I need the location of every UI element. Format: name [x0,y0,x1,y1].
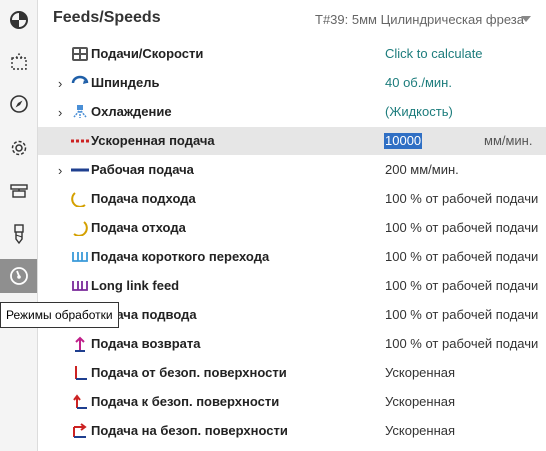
row-value[interactable]: Ускоренная [385,365,455,380]
row-label: Шпиндель [91,75,160,90]
row-short-link[interactable]: Подача короткого перехода 100 % от рабоч… [38,243,546,271]
short-link-icon [71,249,89,265]
coolant-icon [71,104,89,120]
row-label: Long link feed [91,278,180,293]
lead-out-icon [71,220,89,236]
feeds-speeds-button[interactable] [0,259,37,293]
side-toolbar [0,0,38,451]
row-retract[interactable]: Подача возврата 100 % от рабочей подачи [38,330,546,358]
from-safe-plane-icon [71,365,89,381]
drill-tool-icon [13,224,24,245]
row-lead-out[interactable]: Подача отхода 100 % от рабочей подачи [38,214,546,242]
calculator-icon [71,46,89,62]
row-value[interactable]: Ускоренная [385,394,455,409]
row-label: Подача отхода [91,220,186,235]
row-label: Подача возврата [91,336,201,351]
sidebar-tooltip: Режимы обработки [0,302,119,328]
cutting-feed-icon [71,162,89,178]
row-value[interactable]: 100 % от рабочей подачи [385,278,538,293]
row-value[interactable]: 200 мм/мин. [385,162,459,177]
retract-icon [71,336,89,352]
expand-arrow-icon[interactable]: › [58,76,62,91]
row-long-link[interactable]: Long link feed 100 % от рабочей подачи [38,272,546,300]
selection-button[interactable] [0,45,37,79]
speed-gauge-icon [9,267,28,285]
pie-chart-button[interactable] [0,3,37,37]
row-value[interactable]: 100 % от рабочей подачи [385,307,538,322]
row-on-safe-plane[interactable]: Подача на безоп. поверхности Ускоренная [38,417,546,445]
selection-box-icon [10,52,27,70]
on-safe-plane-icon [71,423,89,439]
row-coolant[interactable]: › Охлаждение (Жидкость) [38,98,546,126]
row-to-safe-plane[interactable]: Подача к безоп. поверхности Ускоренная [38,388,546,416]
expand-arrow-icon[interactable]: › [58,163,62,178]
spindle-icon [71,75,89,91]
row-from-safe-plane[interactable]: Подача от безоп. поверхности Ускоренная [38,359,546,387]
row-cutting-feed[interactable]: › Рабочая подача 200 мм/мин. [38,156,546,184]
row-value[interactable]: (Жидкость) [385,104,453,119]
row-label: Охлаждение [91,104,172,119]
expand-arrow-icon[interactable]: › [58,105,62,120]
row-lead-in[interactable]: Подача подхода 100 % от рабочей подачи [38,185,546,213]
machine-button[interactable] [0,174,37,208]
to-safe-plane-icon [71,394,89,410]
row-spindle[interactable]: › Шпиндель 40 об./мин. [38,69,546,97]
row-label: Рабочая подача [91,162,194,177]
row-value[interactable]: Ускоренная [385,423,455,438]
gear-icon [11,140,26,156]
page-title: Feeds/Speeds [53,9,161,26]
row-value[interactable]: 100 % от рабочей подачи [385,336,538,351]
row-label: Подача на безоп. поверхности [91,423,288,438]
long-link-icon [71,278,89,294]
row-value[interactable]: 100 % от рабочей подачи [385,249,538,264]
machine-icon [9,184,28,198]
pie-chart-icon [9,11,28,29]
row-label: Подача подхода [91,191,196,206]
row-label: Подачи/Скорости [91,46,204,61]
chevron-down-icon[interactable] [521,16,531,22]
row-label: Подача от безоп. поверхности [91,365,287,380]
row-label: Ускоренная подача [91,133,215,148]
compass-icon [9,95,28,113]
lead-in-icon [71,191,89,207]
row-value[interactable]: 40 об./мин. [385,75,452,90]
tool-button[interactable] [0,217,37,251]
row-rapid-feed[interactable]: Ускоренная подача 10000 мм/мин. [38,127,546,155]
row-value[interactable]: 100 % от рабочей подачи [385,191,538,206]
calculate-link[interactable]: Click to calculate [385,46,483,61]
rapid-feed-icon [71,133,89,149]
row-feeds-speeds[interactable]: Подачи/Скорости Click to calculate [38,40,546,68]
rapid-feed-input[interactable]: 10000 [384,133,423,149]
settings-button[interactable] [0,131,37,165]
compass-button[interactable] [0,87,37,121]
row-label: Подача короткого перехода [91,249,270,264]
row-label: Подача к безоп. поверхности [91,394,280,409]
row-value[interactable]: 100 % от рабочей подачи [385,220,538,235]
tool-dropdown[interactable]: T#39: 5мм Цилиндрическая фреза [315,12,524,27]
unit-label: мм/мин. [484,133,533,148]
